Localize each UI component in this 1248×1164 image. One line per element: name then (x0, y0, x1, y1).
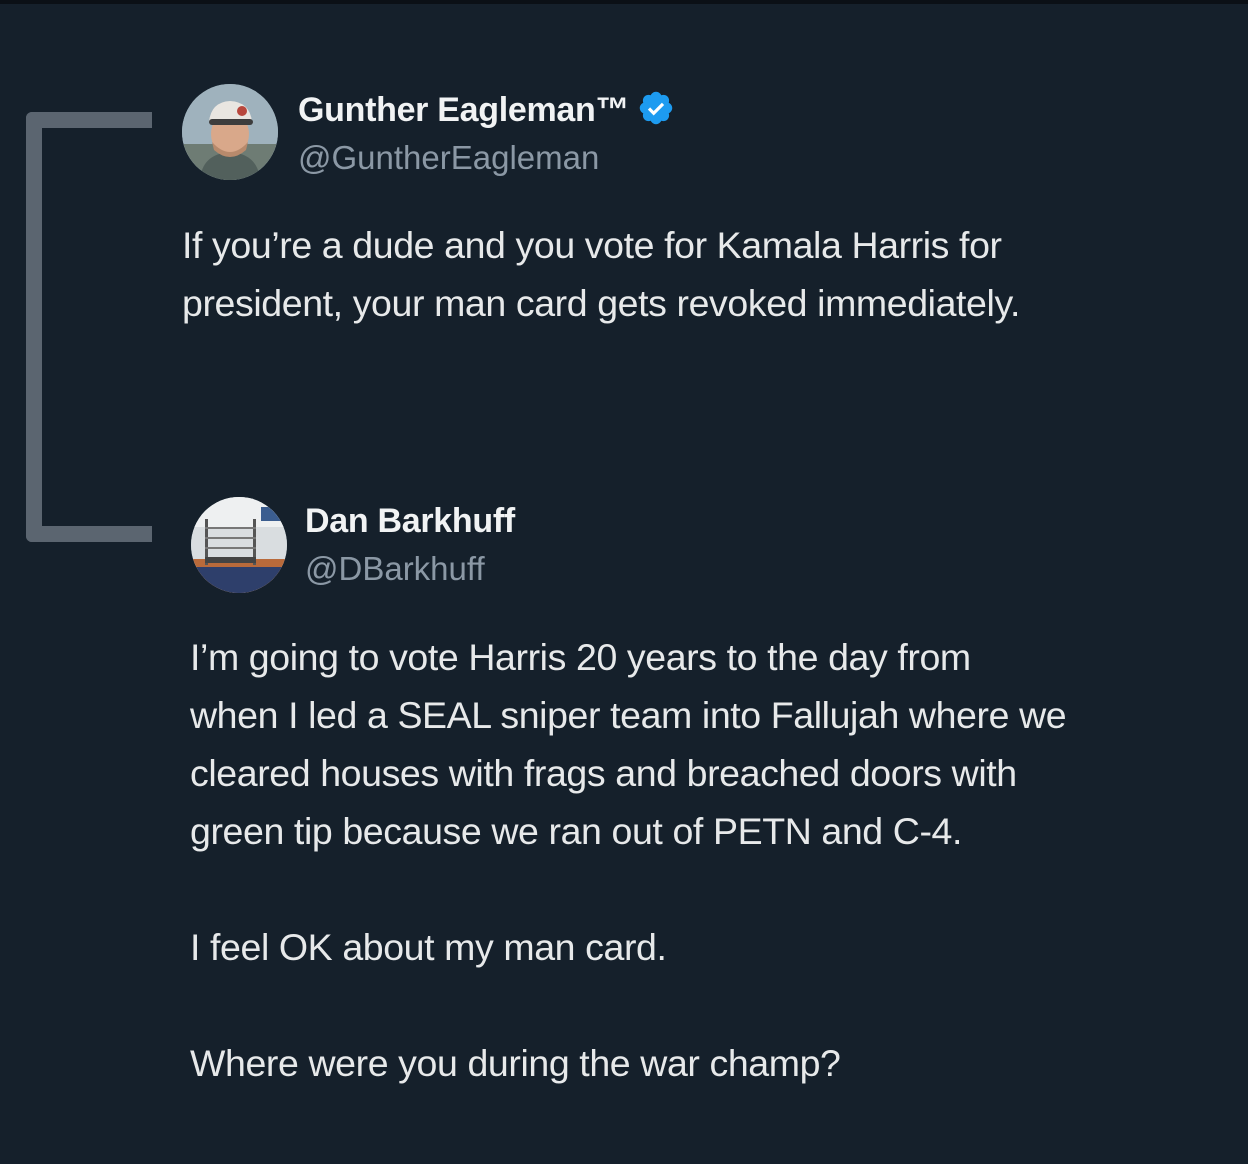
display-name-text: Gunther Eagleman™ (298, 91, 630, 129)
avatar[interactable] (182, 84, 278, 180)
text-line: If you’re a dude and you vote for Kamala… (182, 224, 1002, 266)
text-line: when I led a SEAL sniper team into Fallu… (190, 694, 1067, 736)
tweet-text: If you’re a dude and you vote for Kamala… (182, 216, 1020, 332)
display-name[interactable]: Dan Barkhuff (305, 502, 515, 541)
avatar[interactable] (191, 497, 287, 593)
user-handle[interactable]: @DBarkhuff (305, 550, 485, 588)
thread-connector-line (26, 112, 152, 542)
text-line: Where were you during the war champ? (190, 1042, 841, 1084)
tweet-text: I’m going to vote Harris 20 years to the… (190, 628, 1067, 1092)
man-in-cap-avatar-icon (182, 84, 278, 180)
boxing-ring-avatar-icon (191, 497, 287, 593)
text-line: I’m going to vote Harris 20 years to the… (190, 636, 971, 678)
text-line: cleared houses with frags and breached d… (190, 752, 1017, 794)
verified-badge-icon (639, 91, 673, 125)
top-edge-strip (0, 0, 1248, 4)
text-line: I feel OK about my man card. (190, 926, 667, 968)
text-line: president, your man card gets revoked im… (182, 282, 1021, 324)
text-line: green tip because we ran out of PETN and… (190, 810, 963, 852)
display-name[interactable]: Gunther Eagleman™ (298, 89, 675, 130)
user-handle[interactable]: @GuntherEagleman (298, 139, 599, 177)
